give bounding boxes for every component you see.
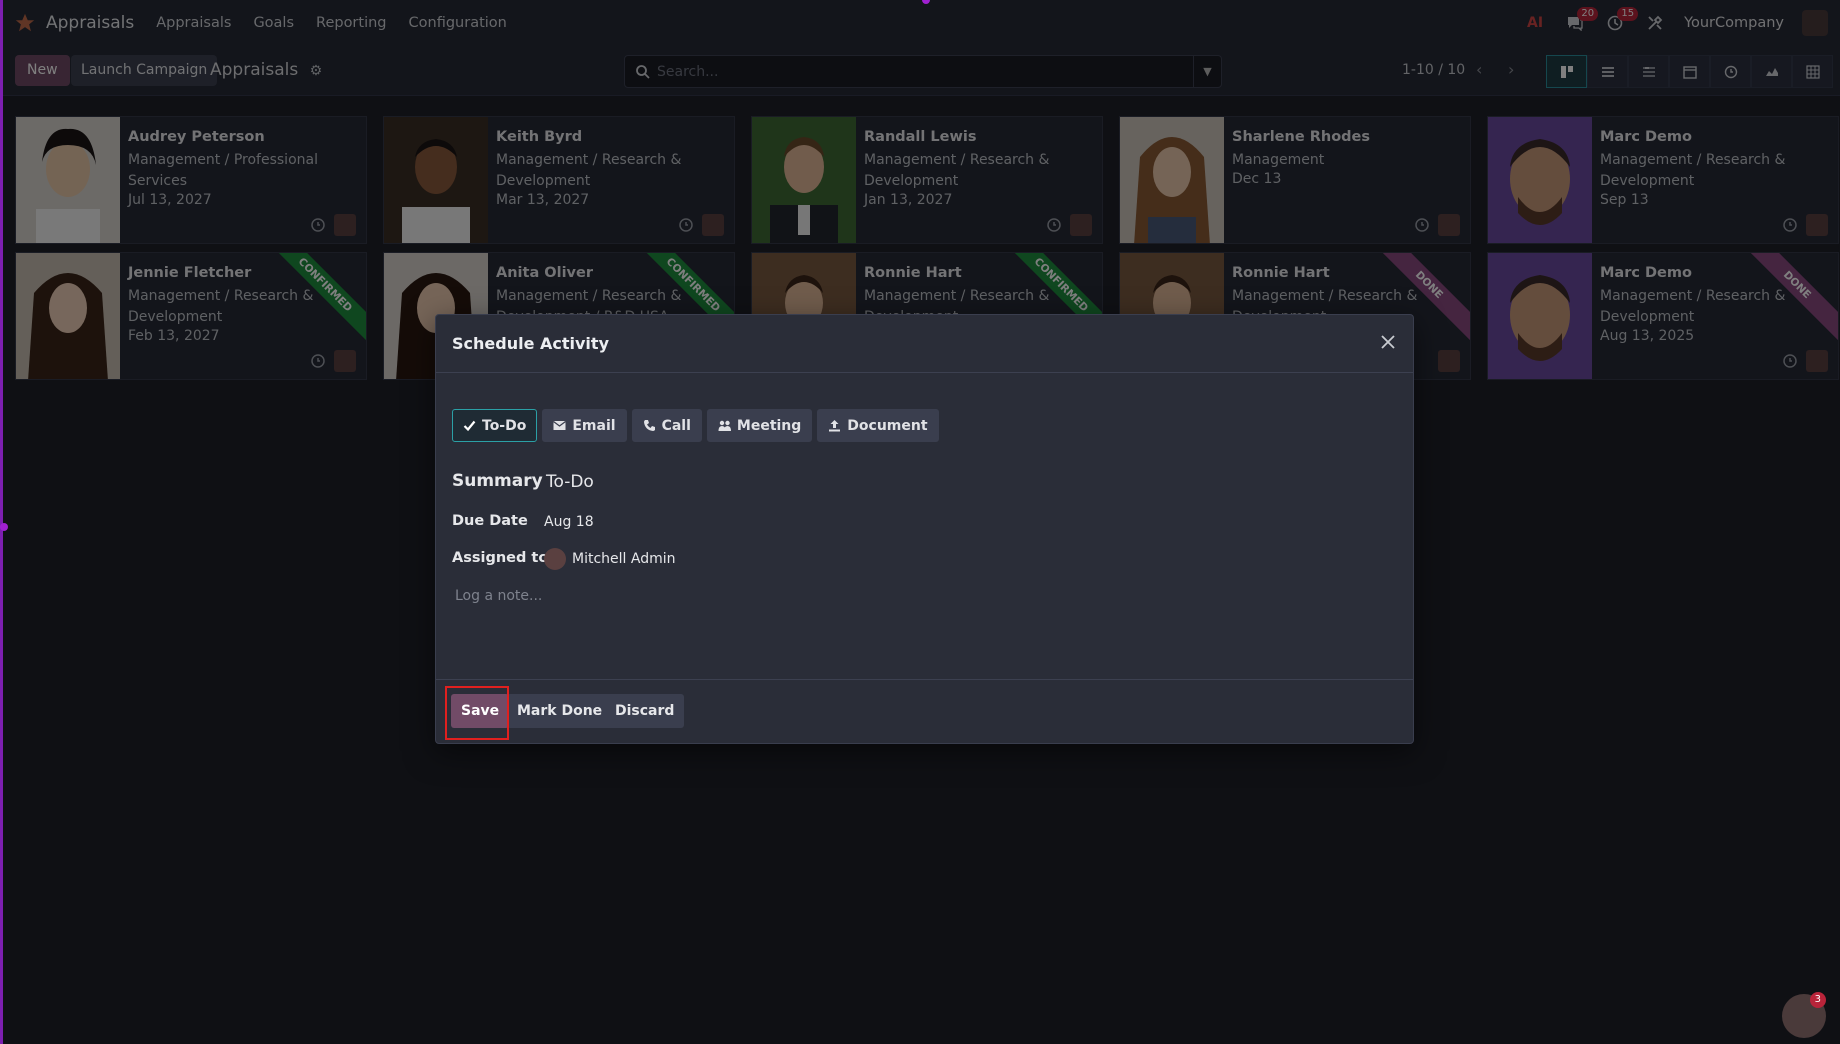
summary-label: Summary bbox=[452, 471, 543, 491]
schedule-activity-dialog: Schedule Activity To-Do Email Call Meeti… bbox=[435, 314, 1414, 744]
activity-type-call-button[interactable]: Call bbox=[631, 409, 702, 442]
phone-icon bbox=[643, 420, 655, 431]
close-icon[interactable] bbox=[1377, 331, 1399, 353]
due-date-label: Due Date bbox=[452, 513, 528, 529]
dialog-footer: Save Mark Done Discard bbox=[436, 679, 1413, 743]
users-icon bbox=[718, 420, 731, 431]
activity-type-label: Document bbox=[847, 417, 928, 434]
activity-type-email-button[interactable]: Email bbox=[542, 409, 627, 442]
activity-type-meeting-button[interactable]: Meeting bbox=[706, 409, 813, 442]
log-note-input[interactable]: Log a note... bbox=[455, 588, 542, 604]
activity-type-label: Email bbox=[572, 417, 616, 434]
activity-type-label: Meeting bbox=[736, 417, 802, 434]
assigned-to-input[interactable]: Mitchell Admin bbox=[572, 551, 676, 567]
activity-type-label: To-Do bbox=[482, 417, 527, 434]
save-highlight-box bbox=[445, 686, 509, 740]
summary-input[interactable]: To-Do bbox=[546, 472, 594, 492]
assigned-to-label: Assigned to bbox=[452, 550, 549, 566]
dialog-header: Schedule Activity bbox=[436, 315, 1413, 373]
due-date-input[interactable]: Aug 18 bbox=[544, 514, 594, 530]
mark-done-button[interactable]: Mark Done bbox=[507, 694, 613, 728]
envelope-icon bbox=[553, 421, 567, 430]
assignee-avatar bbox=[544, 548, 566, 570]
left-edge-bar bbox=[0, 0, 3, 1044]
upload-icon bbox=[829, 420, 841, 432]
check-icon bbox=[463, 420, 476, 432]
dialog-title: Schedule Activity bbox=[452, 334, 609, 353]
chat-badge: 3 bbox=[1809, 992, 1826, 1008]
activity-type-selector: To-Do Email Call Meeting Document bbox=[452, 409, 939, 442]
activity-type-todo-button[interactable]: To-Do bbox=[452, 409, 538, 442]
activity-type-label: Call bbox=[661, 417, 691, 434]
activity-type-document-button[interactable]: Document bbox=[817, 409, 939, 442]
left-edge-dot bbox=[0, 523, 8, 531]
discard-button[interactable]: Discard bbox=[605, 694, 685, 728]
